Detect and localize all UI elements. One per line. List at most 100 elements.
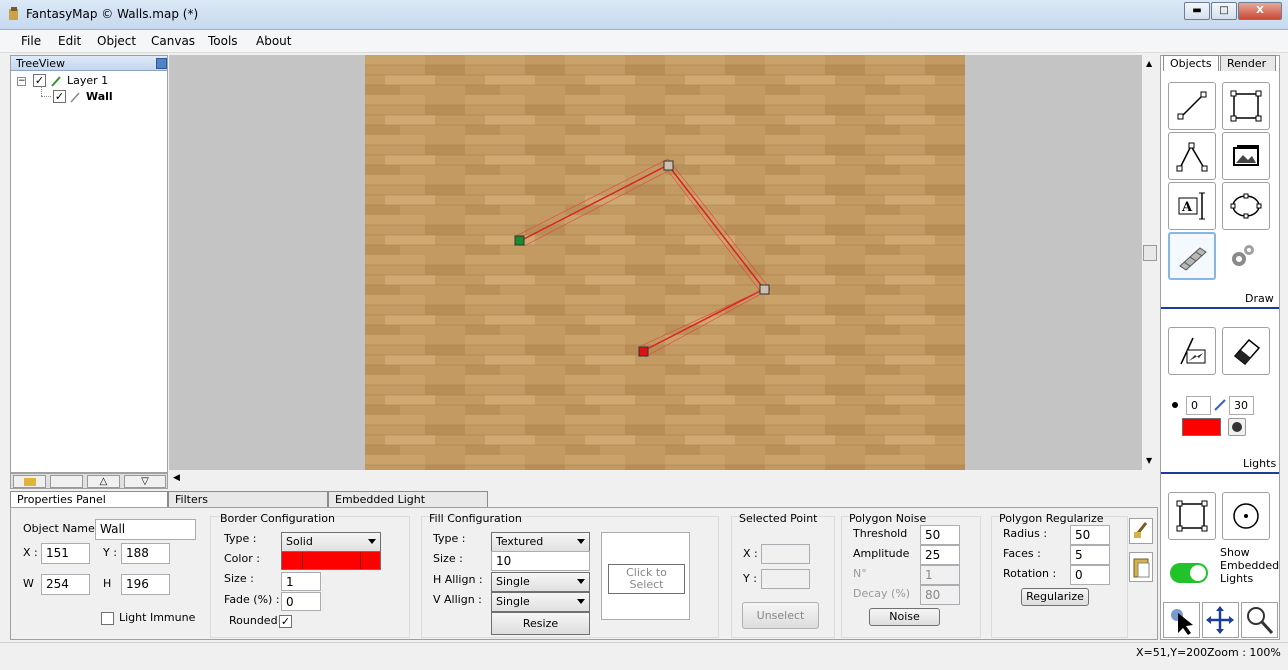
paste-clipboard-icon[interactable] bbox=[1129, 552, 1153, 582]
tab-render[interactable]: Render bbox=[1220, 55, 1276, 71]
open-folder-icon[interactable] bbox=[13, 475, 46, 488]
border-color-swatch[interactable] bbox=[281, 551, 381, 570]
light-mode-button[interactable] bbox=[1228, 418, 1246, 436]
text-tool-button[interactable]: A bbox=[1168, 182, 1216, 230]
light-rect-button[interactable] bbox=[1168, 492, 1216, 540]
move-up-icon[interactable]: △ bbox=[87, 475, 120, 488]
w-field[interactable]: 254 bbox=[41, 574, 90, 595]
collapse-icon[interactable]: − bbox=[17, 77, 26, 86]
minimize-button[interactable]: ▬ bbox=[1184, 2, 1210, 20]
point-x-field[interactable] bbox=[761, 544, 810, 564]
menu-tools[interactable]: Tools bbox=[208, 34, 238, 48]
end-point-handle[interactable] bbox=[638, 346, 649, 357]
h-align-select[interactable]: Single bbox=[491, 572, 590, 592]
object-name-field[interactable]: Wall bbox=[95, 519, 196, 540]
app-icon bbox=[9, 7, 18, 20]
wall-checkbox[interactable]: ✓ bbox=[53, 90, 66, 103]
polygon-noise-title: Polygon Noise bbox=[849, 512, 927, 525]
scroll-thumb[interactable] bbox=[1143, 245, 1157, 261]
menu-about[interactable]: About bbox=[256, 34, 291, 48]
tab-filters[interactable]: Filters bbox=[168, 491, 328, 507]
h-field[interactable]: 196 bbox=[121, 574, 170, 595]
tab-embedded-light[interactable]: Embedded Light bbox=[328, 491, 488, 507]
horizontal-scrollbar[interactable]: ◀ bbox=[169, 470, 1142, 488]
point-handle[interactable] bbox=[663, 160, 674, 171]
scroll-up-icon[interactable]: ▲ bbox=[1146, 59, 1152, 68]
eraser-button[interactable] bbox=[1222, 327, 1270, 375]
light-circle-button[interactable] bbox=[1222, 492, 1270, 540]
menu-file[interactable]: File bbox=[21, 34, 41, 48]
light-brush-button[interactable] bbox=[1168, 327, 1216, 375]
tab-properties-panel[interactable]: Properties Panel bbox=[10, 491, 168, 507]
click-to-select-button[interactable]: Click to Select bbox=[608, 564, 685, 594]
point-handle[interactable] bbox=[759, 284, 770, 295]
menu-canvas[interactable]: Canvas bbox=[151, 34, 195, 48]
threshold-field[interactable]: 50 bbox=[920, 525, 960, 545]
fill-type-select[interactable]: Textured bbox=[491, 532, 590, 552]
resize-button[interactable]: Resize bbox=[491, 612, 590, 635]
decay-field[interactable]: 80 bbox=[920, 585, 960, 605]
amplitude-field[interactable]: 25 bbox=[920, 545, 960, 565]
select-cursor-button[interactable] bbox=[1163, 602, 1200, 638]
point-x-label: X : bbox=[743, 547, 758, 560]
line-tool-button[interactable] bbox=[1168, 82, 1216, 130]
polyline-tool-button[interactable] bbox=[1168, 132, 1216, 180]
tab-objects[interactable]: Objects bbox=[1163, 55, 1219, 71]
x-field[interactable]: 151 bbox=[41, 543, 90, 564]
canvas-area[interactable] bbox=[169, 55, 1142, 470]
settings-gears-icon[interactable] bbox=[1228, 242, 1258, 272]
maximize-button[interactable]: □ bbox=[1211, 2, 1237, 20]
layer-checkbox[interactable]: ✓ bbox=[33, 74, 46, 87]
scroll-left-icon[interactable]: ◀ bbox=[173, 473, 180, 483]
light-size-field[interactable]: 0 bbox=[1186, 396, 1211, 415]
y-field[interactable]: 188 bbox=[121, 543, 170, 564]
eraser-icon bbox=[1233, 338, 1261, 366]
image-tool-icon bbox=[1233, 145, 1259, 166]
pan-move-button[interactable] bbox=[1202, 602, 1239, 638]
border-size-field[interactable]: 1 bbox=[281, 572, 321, 591]
image-tool-button[interactable] bbox=[1222, 132, 1270, 180]
light-rectangle-icon bbox=[1176, 500, 1208, 532]
point-y-field[interactable] bbox=[761, 569, 810, 589]
border-fade-field[interactable]: 0 bbox=[281, 592, 321, 611]
menu-edit[interactable]: Edit bbox=[58, 34, 81, 48]
radius-field[interactable]: 50 bbox=[1070, 525, 1110, 545]
vertical-scrollbar[interactable]: ▲ ▼ bbox=[1142, 55, 1158, 470]
texture-preview[interactable]: Click to Select bbox=[601, 532, 690, 620]
brush-paint-icon[interactable] bbox=[1129, 518, 1153, 544]
border-type-select[interactable]: Solid bbox=[281, 532, 381, 552]
ellipse-tool-button[interactable] bbox=[1222, 182, 1270, 230]
rectangle-tool-button[interactable] bbox=[1222, 82, 1270, 130]
title-bar: FantasyMap © Walls.map (*) ▬ □ X bbox=[0, 0, 1288, 30]
regularize-button[interactable]: Regularize bbox=[1021, 588, 1089, 606]
light-color-swatch[interactable] bbox=[1182, 418, 1221, 436]
tree-wall-label[interactable]: Wall bbox=[86, 90, 113, 103]
scroll-down-icon[interactable]: ▼ bbox=[1146, 456, 1152, 465]
tree-layer-label[interactable]: Layer 1 bbox=[67, 74, 108, 87]
v-align-select[interactable]: Single bbox=[491, 592, 590, 612]
border-size-label: Size : bbox=[224, 572, 254, 585]
border-fade-label: Fade (%) : bbox=[224, 593, 280, 606]
wall-tool-button[interactable] bbox=[1168, 232, 1216, 280]
map-canvas[interactable] bbox=[365, 55, 965, 470]
close-button[interactable]: X bbox=[1238, 2, 1282, 20]
dock-icon[interactable] bbox=[156, 58, 167, 69]
light-immune-checkbox[interactable] bbox=[101, 612, 114, 625]
decay-label: Decay (%) bbox=[853, 587, 911, 600]
menu-object[interactable]: Object bbox=[97, 34, 136, 48]
ellipse-tool-icon bbox=[1230, 193, 1262, 219]
fill-size-field[interactable]: 10 bbox=[491, 551, 590, 571]
zoom-button[interactable] bbox=[1241, 602, 1278, 638]
faces-field[interactable]: 5 bbox=[1070, 545, 1110, 565]
start-point-handle[interactable] bbox=[514, 235, 525, 246]
noise-button[interactable]: Noise bbox=[869, 608, 940, 626]
delete-icon[interactable] bbox=[50, 475, 83, 488]
light-intensity-field[interactable]: 30 bbox=[1229, 396, 1254, 415]
show-embedded-lights-toggle[interactable] bbox=[1170, 563, 1208, 583]
unselect-button[interactable]: Unselect bbox=[742, 602, 819, 629]
move-down-icon[interactable]: ▽ bbox=[124, 475, 166, 488]
rotation-field[interactable]: 0 bbox=[1070, 565, 1110, 585]
polyline-tool-icon bbox=[1176, 142, 1208, 172]
rounded-checkbox[interactable]: ✓ bbox=[279, 615, 292, 628]
n-field[interactable]: 1 bbox=[920, 565, 960, 585]
